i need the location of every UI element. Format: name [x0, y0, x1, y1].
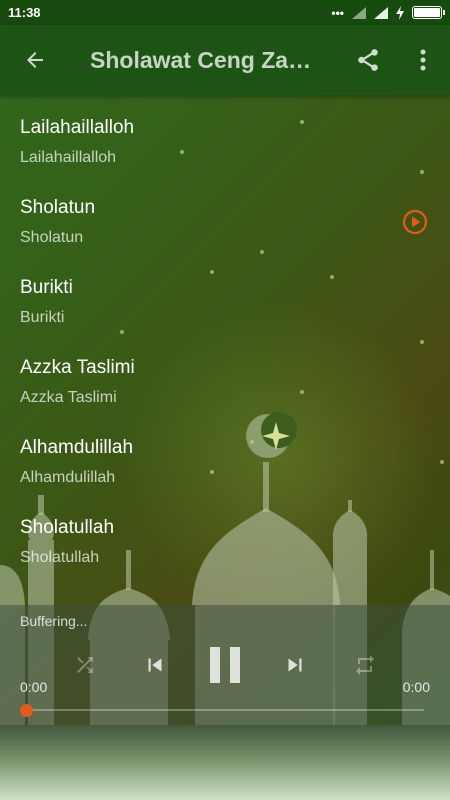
pause-button[interactable] [200, 645, 250, 685]
track-subtitle: Azzka Taslimi [20, 389, 117, 406]
track-subtitle: Sholatun [20, 229, 84, 246]
track-title: Alhamdulillah [20, 437, 134, 458]
overflow-menu-button[interactable] [395, 25, 450, 95]
track-item[interactable]: Alhamdulillah Alhamdulillah [0, 415, 450, 495]
seek-thumb[interactable] [19, 704, 33, 717]
track-item[interactable]: Azzka Taslimi Azzka Taslimi [0, 335, 450, 415]
next-button[interactable] [275, 645, 315, 685]
status-icons: ••• [331, 5, 445, 20]
track-title: Sholatun [20, 197, 96, 218]
track-subtitle: Lailahaillalloh [20, 149, 117, 166]
arrow-back-icon [27, 52, 43, 68]
shuffle-button[interactable] [65, 645, 105, 685]
share-button[interactable] [340, 25, 395, 95]
shuffle-icon [77, 657, 93, 673]
track-item[interactable]: Sholatun Sholatun [0, 175, 450, 255]
track-list: Lailahaillalloh Lailahaillalloh Sholatun… [0, 95, 450, 575]
track-item[interactable]: Lailahaillalloh Lailahaillalloh [0, 95, 450, 175]
repeat-button[interactable] [345, 645, 385, 685]
repeat-icon [356, 655, 374, 675]
more-vert-icon [420, 49, 425, 71]
skip-next-icon [288, 658, 302, 672]
app-toolbar: Sholawat Ceng Zam Zam [0, 25, 450, 95]
back-button[interactable] [0, 25, 70, 95]
now-playing-icon[interactable] [402, 209, 428, 235]
signal-icon [374, 6, 388, 19]
track-title: Azzka Taslimi [20, 357, 135, 378]
track-subtitle: Burikti [20, 309, 65, 326]
track-item[interactable]: Burikti Burikti [0, 255, 450, 335]
skip-previous-icon [148, 658, 162, 672]
track-title: Lailahaillalloh [20, 117, 135, 138]
track-item[interactable]: Sholatullah Sholatullah [0, 495, 450, 575]
status-bar: 11:38 ••• [0, 0, 450, 25]
signal-icon [352, 6, 366, 19]
elapsed-time: 0:00 [20, 679, 48, 695]
bottom-ad-area [0, 725, 450, 800]
share-icon [357, 49, 378, 71]
previous-button[interactable] [135, 645, 175, 685]
notification-dots-icon: ••• [331, 5, 344, 20]
status-time: 11:38 [8, 5, 41, 20]
pause-icon [210, 647, 240, 683]
total-duration: 0:00 [402, 679, 430, 695]
track-title: Sholatullah [20, 517, 115, 538]
seek-bar[interactable] [26, 709, 424, 711]
player-status: Buffering... [20, 613, 88, 629]
track-title: Burikti [20, 277, 73, 298]
page-title: Sholawat Ceng Zam Zam [90, 46, 340, 73]
battery-full-icon [412, 6, 445, 19]
charging-icon [396, 5, 404, 20]
track-subtitle: Alhamdulillah [20, 469, 116, 486]
track-subtitle: Sholatullah [20, 549, 100, 566]
media-player: Buffering... 0:00 0:00 [0, 605, 450, 725]
